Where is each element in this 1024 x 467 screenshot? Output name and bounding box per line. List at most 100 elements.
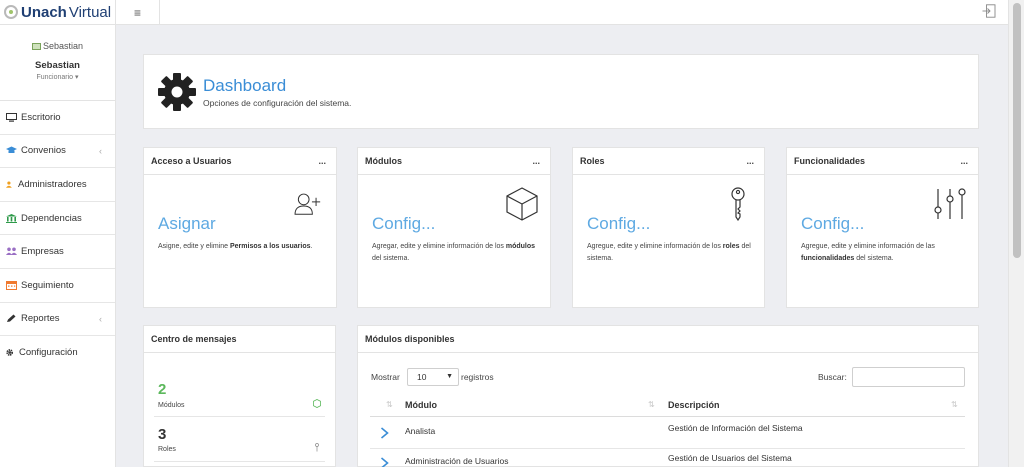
card-description: Asigne, edite y elimine Permisos a los u… (158, 243, 313, 250)
chevron-left-icon: ‹ (99, 145, 102, 156)
menu-toggle-button[interactable]: ≡ (116, 0, 160, 25)
sliders-icon (934, 188, 966, 219)
user-icon (6, 181, 12, 188)
panel-title: Módulos disponibles (365, 334, 455, 344)
show-label: Mostrar (371, 372, 400, 382)
records-label: registros (461, 372, 494, 382)
sidebar-item-label: Empresas (21, 246, 64, 258)
sidebar-item-seguimiento[interactable]: Seguimiento (0, 269, 115, 303)
card-options-button[interactable]: ... (318, 156, 326, 166)
page-size-value: 10 (417, 372, 427, 382)
page-subtitle: Opciones de configuración del sistema. (203, 98, 352, 108)
stat-divider (154, 416, 325, 417)
card-title: Módulos (365, 156, 402, 166)
top-bar: ≡ (116, 0, 1008, 25)
sidebar-item-dependencias[interactable]: Dependencias (0, 202, 115, 236)
dashboard-header: Dashboard Opciones de configuración del … (143, 54, 979, 129)
scrollbar-thumb[interactable] (1013, 3, 1021, 258)
panel-title: Centro de mensajes (151, 334, 237, 344)
card-header: Roles ... (573, 148, 764, 175)
card-acceso-usuarios: Acceso a Usuarios ... Asignar Asigne, ed… (143, 147, 337, 308)
calendar-icon (6, 280, 17, 290)
expand-row-icon[interactable] (380, 457, 389, 467)
sidebar-item-label: Administradores (18, 178, 87, 190)
app-logo[interactable]: Unach Virtual (0, 0, 115, 25)
card-description: Agregue, edite y elimine información de … (801, 243, 935, 262)
sidebar-item-empresas[interactable]: Empresas (0, 235, 115, 269)
page-title: Dashboard (203, 76, 287, 95)
search-input[interactable] (852, 367, 965, 387)
avatar: Sebastian (0, 41, 115, 51)
table-header-divider (370, 416, 965, 417)
table-cell-modulo: Analista (405, 426, 436, 436)
stat-modulos-value: 2 (158, 381, 167, 398)
panel-header: Módulos disponibles (358, 326, 978, 353)
user-profile: Sebastian Sebastian Funcionario ▾ (0, 25, 115, 101)
table-cell-descripcion: Gestión de Información del Sistema (668, 423, 803, 433)
sidebar-item-administradores[interactable]: Administradores (0, 168, 115, 202)
desktop-icon (6, 112, 17, 122)
sidebar-item-reportes[interactable]: Reportes ‹ (0, 303, 115, 337)
card-description: Agregue, edite y elimine información de … (587, 243, 751, 262)
column-header-modulo[interactable]: Módulo (405, 400, 437, 410)
gear-icon (6, 349, 14, 357)
stat-roles-label: Roles (158, 446, 176, 453)
card-modulos: Módulos ... Config... Agregar, edite y e… (357, 147, 551, 308)
users-icon (6, 247, 17, 256)
user-add-icon (294, 193, 321, 215)
key-icon (315, 443, 319, 452)
broken-image-icon (31, 42, 41, 50)
user-role-dropdown[interactable]: Funcionario ▾ (0, 73, 115, 81)
stat-divider (154, 461, 325, 462)
sidebar-item-label: Seguimiento (21, 279, 74, 291)
card-funcionalidades: Funcionalidades ... Config... Agregue, e… (786, 147, 979, 308)
sidebar-item-label: Configuración (19, 347, 78, 359)
sort-icon[interactable]: ⇅ (951, 400, 958, 409)
table-row-divider (370, 448, 965, 449)
sidebar-item-configuracion[interactable]: Configuración (0, 336, 115, 370)
gear-icon (158, 73, 196, 111)
graduation-cap-icon (6, 146, 17, 154)
card-options-button[interactable]: ... (746, 156, 754, 166)
card-options-button[interactable]: ... (960, 156, 968, 166)
card-action-link[interactable]: Config... (587, 214, 650, 234)
card-options-button[interactable]: ... (532, 156, 540, 166)
card-header: Acceso a Usuarios ... (144, 148, 336, 175)
pencil-icon (7, 314, 16, 323)
card-description: Agregar, edite y elimine información de … (372, 243, 536, 262)
logout-icon[interactable] (982, 4, 996, 18)
chevron-left-icon: ‹ (99, 313, 102, 324)
column-header-descripcion[interactable]: Descripción (668, 400, 720, 410)
logo-icon (4, 5, 18, 19)
logo-text-bold: Unach (21, 3, 67, 21)
card-action-link[interactable]: Config... (372, 214, 435, 234)
expand-row-icon[interactable] (380, 427, 389, 439)
card-action-link[interactable]: Asignar (158, 214, 216, 234)
sidebar-item-label: Dependencias (21, 212, 82, 224)
sort-icon[interactable]: ⇅ (648, 400, 655, 409)
table-cell-modulo: Administración de Usuarios (405, 456, 509, 466)
chevron-down-icon: ▼ (446, 373, 453, 380)
logo-text-light: Virtual (68, 3, 112, 21)
cube-icon (506, 187, 538, 221)
stat-modulos-label: Módulos (158, 402, 185, 409)
sidebar-item-label: Convenios (21, 145, 66, 157)
page-size-select[interactable]: 10 ▼ (407, 368, 459, 386)
panel-header: Centro de mensajes (144, 326, 335, 353)
cube-icon (313, 399, 321, 408)
card-action-link[interactable]: Config... (801, 214, 864, 234)
card-roles: Roles ... Config... Agregue, edite y eli… (572, 147, 765, 308)
hamburger-icon: ≡ (133, 5, 141, 20)
sidebar-item-label: Escritorio (21, 111, 61, 123)
sort-icon[interactable]: ⇅ (386, 400, 393, 409)
stat-roles-value: 3 (158, 426, 167, 443)
sidebar-item-convenios[interactable]: Convenios ‹ (0, 135, 115, 169)
page-scrollbar[interactable] (1008, 0, 1024, 467)
card-title: Funcionalidades (794, 156, 866, 166)
search-label: Buscar: (818, 372, 847, 382)
sidebar: Unach Virtual Sebastian Sebastian Funcio… (0, 0, 116, 467)
card-header: Funcionalidades ... (787, 148, 978, 175)
card-header: Módulos ... (358, 148, 550, 175)
avatar-alt-text: Sebastian (42, 41, 84, 51)
sidebar-item-escritorio[interactable]: Escritorio (0, 101, 115, 135)
